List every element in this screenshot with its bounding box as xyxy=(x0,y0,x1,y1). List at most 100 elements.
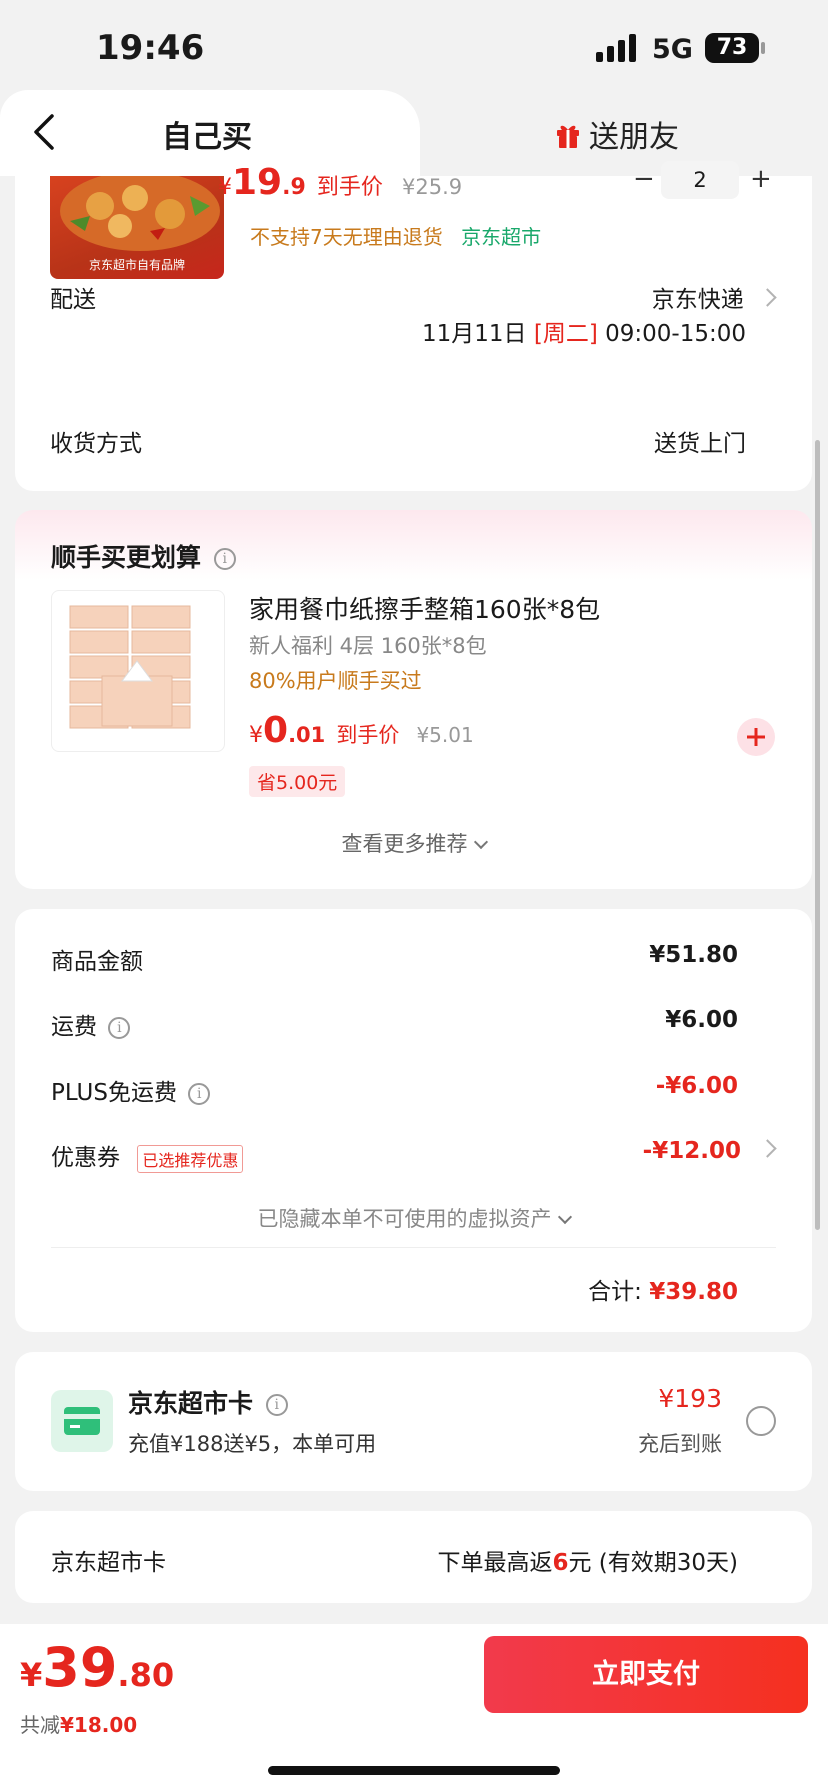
footer-saved: 共减¥18.00 xyxy=(20,1709,137,1738)
no-return-text: 不支持7天无理由退货 xyxy=(250,225,443,249)
coupon-label: 优惠券 已选推荐优惠 xyxy=(51,1138,244,1173)
rebate-amount: 6 xyxy=(552,1550,569,1576)
addon-price-symbol: ¥ xyxy=(249,723,263,748)
signal-icon xyxy=(596,34,638,62)
summary-card: 商品金额 ¥51.80 运费 i ¥6.00 PLUS免运费 i -¥6.00 … xyxy=(15,909,812,1332)
card-offer-desc: 充值¥188送¥5，本单可用 xyxy=(128,1432,377,1456)
product-card: 京东超市自有品牌 ¥19.9 到手价 ¥25.9 − 2 + 不支持7天无理由退… xyxy=(15,161,812,491)
quantity-minus-button[interactable]: − xyxy=(633,164,655,194)
footer-price-dec: .80 xyxy=(117,1656,175,1694)
tab-gift-friend-label: 送朋友 xyxy=(589,120,679,155)
price-dec: .9 xyxy=(282,175,306,200)
receive-value[interactable]: 送货上门 xyxy=(654,424,746,458)
quantity-plus-button[interactable]: + xyxy=(750,164,772,194)
delivery-weekday: [周二] xyxy=(533,321,598,347)
battery-level: 73 xyxy=(716,35,748,60)
plus-free-shipping-value: -¥6.00 xyxy=(655,1073,738,1099)
chevron-right-icon xyxy=(758,1139,777,1158)
rebate-text: 下单最高返6元 (有效期30天) xyxy=(437,1543,738,1577)
pay-button[interactable]: 立即支付 xyxy=(484,1636,808,1713)
scrollbar[interactable] xyxy=(815,440,820,1230)
addon-more-text: 查看更多推荐 xyxy=(341,832,468,856)
delivery-time-range: 09:00-15:00 xyxy=(605,321,746,347)
chevron-down-icon xyxy=(557,1209,572,1225)
card-offer-title: 京东超市卡 i xyxy=(128,1384,288,1420)
delivery-date: 11月11日 xyxy=(422,321,527,347)
coupon-tag: 已选推荐优惠 xyxy=(137,1144,244,1173)
total-value: ¥39.80 xyxy=(649,1279,738,1305)
plus-free-shipping-label: PLUS免运费 i xyxy=(51,1073,211,1107)
home-indicator xyxy=(268,1766,560,1775)
addon-save-badge: 省5.00元 xyxy=(249,766,346,797)
addon-item-title[interactable]: 家用餐巾纸擦手整箱160张*8包 xyxy=(249,590,600,626)
product-image-badge: 京东超市自有品牌 xyxy=(88,258,185,272)
card-icon xyxy=(51,1390,113,1452)
plus-label-text: PLUS免运费 xyxy=(51,1080,177,1106)
chevron-down-icon xyxy=(473,834,488,850)
return-policy-note: 不支持7天无理由退货 京东超市 xyxy=(250,221,541,250)
info-icon[interactable]: i xyxy=(108,1016,131,1039)
info-icon[interactable]: i xyxy=(213,548,236,570)
footer-price-symbol: ¥ xyxy=(20,1656,43,1694)
coupon-value[interactable]: -¥12.00 xyxy=(642,1138,777,1164)
supermarket-card-rebate: 京东超市卡 下单最高返6元 (有效期30天) xyxy=(15,1511,812,1603)
addon-title-text: 顺手买更划算 xyxy=(51,543,202,572)
delivery-carrier-text: 京东快递 xyxy=(651,287,744,313)
checkout-bar: ¥39.80 共减¥18.00 立即支付 xyxy=(0,1624,828,1792)
addon-card: 顺手买更划算 i 家用餐巾纸擦手整箱160张*8包 新人福利 4层 160张*8… xyxy=(15,510,812,889)
addon-add-button[interactable] xyxy=(737,718,775,756)
divider xyxy=(51,1247,776,1248)
hidden-assets-toggle[interactable]: 已隐藏本单不可使用的虚拟资产 xyxy=(15,1203,812,1233)
shipping-value: ¥6.00 xyxy=(665,1007,738,1033)
quantity-input[interactable]: 2 xyxy=(661,161,739,199)
addon-section-title: 顺手买更划算 i xyxy=(51,538,236,574)
tab-self-buy[interactable]: 自己买 xyxy=(162,112,252,156)
delivery-time: 11月11日 [周二] 09:00-15:00 xyxy=(422,314,746,348)
status-bar: 19:46 5G 73 xyxy=(0,0,828,95)
store-tag: 京东超市 xyxy=(461,225,542,249)
card-offer-title-text: 京东超市卡 xyxy=(128,1389,254,1418)
price-symbol: ¥ xyxy=(218,175,232,200)
footer-saved-label: 共减 xyxy=(20,1713,60,1737)
coupon-label-text: 优惠券 xyxy=(51,1145,120,1171)
goods-amount-value: ¥51.80 xyxy=(649,942,738,968)
rebate-text-pre: 下单最高返 xyxy=(437,1550,553,1576)
footer-price: ¥39.80 xyxy=(20,1636,174,1699)
info-icon[interactable]: i xyxy=(265,1394,288,1416)
card-offer-radio[interactable] xyxy=(746,1406,776,1436)
addon-item-stat: 80%用户顺手买过 xyxy=(249,669,422,693)
order-total: 合计: ¥39.80 xyxy=(588,1272,738,1306)
receive-label: 收货方式 xyxy=(50,431,142,457)
delivery-carrier[interactable]: 京东快递 xyxy=(651,280,777,314)
rebate-label: 京东超市卡 xyxy=(51,1550,166,1576)
price-tag: 到手价 xyxy=(316,175,383,200)
addon-price-tag: 到手价 xyxy=(336,723,400,747)
footer-price-int: 39 xyxy=(42,1636,118,1699)
shipping-label: 运费 i xyxy=(51,1007,131,1041)
goods-amount-label: 商品金额 xyxy=(51,949,143,975)
addon-more-link[interactable]: 查看更多推荐 xyxy=(15,828,812,858)
addon-item-image[interactable] xyxy=(51,590,225,752)
addon-price-int: 0 xyxy=(263,710,289,751)
rebate-text-post: 元 (有效期30天) xyxy=(568,1550,738,1576)
total-label: 合计: xyxy=(588,1279,642,1305)
back-button[interactable] xyxy=(30,112,60,152)
addon-item-price: ¥0.01 到手价 ¥5.01 xyxy=(249,710,474,751)
delivery-label: 配送 xyxy=(50,287,96,313)
addon-price-dec: .01 xyxy=(288,723,326,747)
battery-icon: 73 xyxy=(705,33,759,63)
addon-original-price: ¥5.01 xyxy=(416,723,474,747)
gift-icon xyxy=(555,121,581,157)
price-int: 19 xyxy=(232,162,283,203)
supermarket-card-offer: 京东超市卡 i 充值¥188送¥5，本单可用 ¥193 充后到账 xyxy=(15,1352,812,1491)
coupon-value-text: -¥12.00 xyxy=(642,1138,741,1164)
battery-tip xyxy=(761,42,765,54)
network-label: 5G xyxy=(652,34,693,65)
info-icon[interactable]: i xyxy=(188,1082,211,1105)
tab-gift-friend[interactable]: 送朋友 xyxy=(555,112,679,157)
product-image[interactable]: 京东超市自有品牌 xyxy=(50,176,224,279)
product-price: ¥19.9 到手价 ¥25.9 xyxy=(218,162,462,203)
card-offer-amount-note: 充后到账 xyxy=(638,1432,722,1456)
footer-saved-value: ¥18.00 xyxy=(60,1713,138,1737)
status-time: 19:46 xyxy=(96,28,205,68)
